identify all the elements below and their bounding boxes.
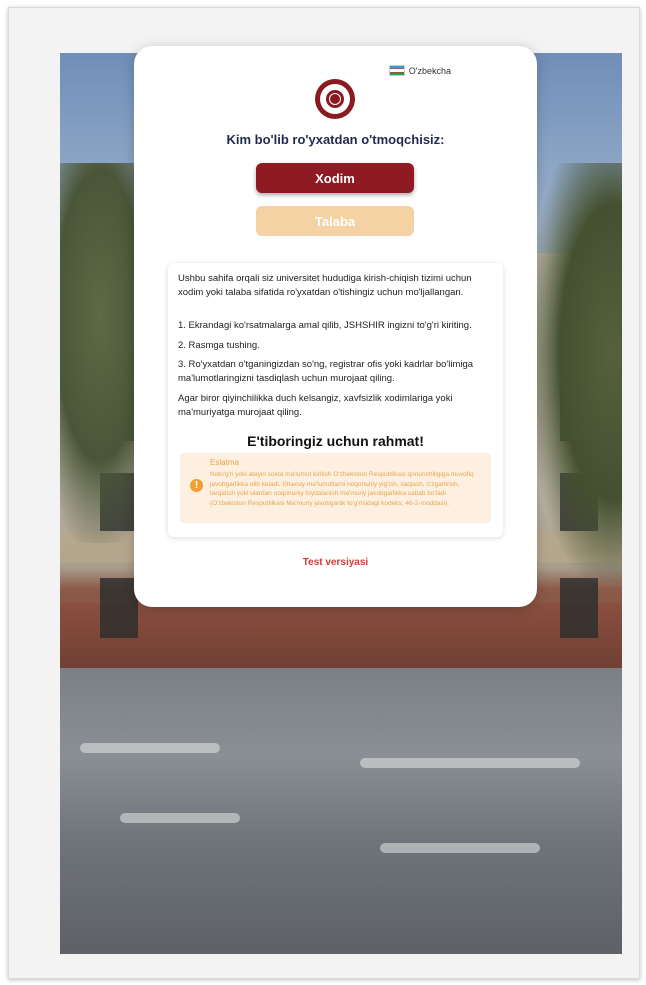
exclamation-icon: ! bbox=[190, 479, 203, 492]
registration-card: O'zbekcha Kim bo'lib ro'yxatdan o'tmoqch… bbox=[134, 46, 537, 607]
note-title: Eslatma bbox=[210, 458, 239, 467]
university-seal-icon bbox=[315, 79, 355, 119]
staff-button[interactable]: Xodim bbox=[256, 163, 414, 193]
instructions-panel: Ushbu sahifa orqali siz universitet hudu… bbox=[168, 263, 503, 537]
thanks-heading: E'tiboringiz uchun rahmat! bbox=[247, 433, 424, 449]
warning-note: ! Eslatma Noto'g'ri yoki atayin soxta ma… bbox=[180, 453, 491, 523]
page-title: Kim bo'lib ro'yxatdan o'tmoqchisiz: bbox=[226, 132, 445, 147]
version-label: Test versiyasi bbox=[302, 557, 369, 568]
help-text: Agar biror qiyinchilikka duch kelsangiz,… bbox=[178, 393, 453, 418]
step-1-text: 1. Ekrandagi ko'rsatmalarga amal qilib, … bbox=[178, 320, 472, 331]
intro-text: Ushbu sahifa orqali siz universitet hudu… bbox=[178, 273, 472, 298]
step-3-text: 3. Ro'yxatdan o'tganingizdan so'ng, regi… bbox=[178, 359, 474, 384]
note-text: Noto'g'ri yoki atayin soxta ma'lumot kir… bbox=[210, 471, 474, 507]
student-button[interactable]: Talaba bbox=[256, 206, 414, 236]
language-selector[interactable]: O'zbekcha bbox=[388, 65, 451, 76]
language-label: O'zbekcha bbox=[408, 65, 451, 76]
uz-flag-icon bbox=[388, 65, 405, 76]
step-2-text: 2. Rasmga tushing. bbox=[178, 340, 260, 351]
